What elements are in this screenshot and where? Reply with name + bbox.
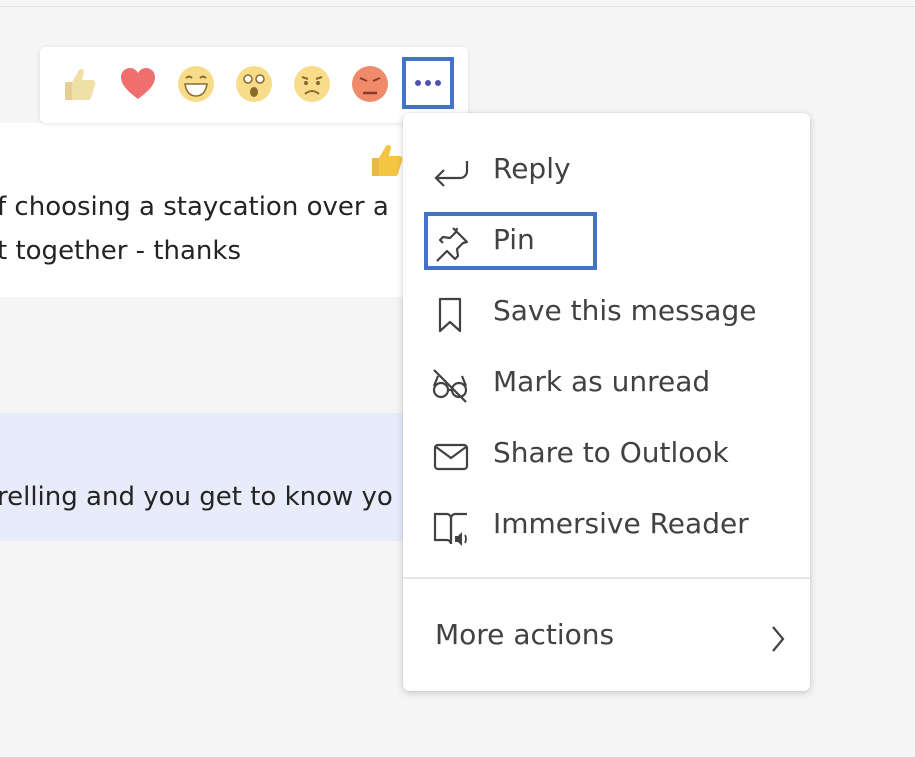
menu-item-label: Mark as unread [493, 365, 711, 398]
menu-item-label: More actions [435, 618, 615, 651]
menu-item-save[interactable]: Save this message [403, 281, 810, 341]
menu-item-label: Share to Outlook [493, 436, 729, 469]
immersive-reader-icon [433, 512, 467, 546]
pin-highlight-box [424, 212, 597, 270]
message-text-line: relling and you get to know yo [0, 482, 393, 512]
surprised-reaction-icon[interactable] [234, 64, 274, 104]
menu-item-label: Reply [493, 152, 571, 185]
thumbs-up-reaction-icon[interactable] [366, 140, 406, 180]
ellipsis-icon [415, 80, 441, 86]
message-card-highlighted[interactable] [0, 413, 420, 541]
menu-item-share-outlook[interactable]: Share to Outlook [403, 423, 810, 483]
angry-reaction-icon[interactable] [350, 64, 390, 104]
laugh-reaction-icon[interactable] [176, 64, 216, 104]
menu-divider [403, 577, 810, 579]
chevron-right-icon [772, 626, 785, 652]
like-reaction-icon[interactable] [60, 64, 100, 104]
sad-reaction-icon[interactable] [292, 64, 332, 104]
menu-item-reply[interactable]: Reply [403, 139, 810, 199]
menu-item-more-actions[interactable]: More actions [403, 605, 810, 665]
menu-item-immersive-reader[interactable]: Immersive Reader [403, 494, 810, 554]
header-divider [0, 6, 915, 7]
menu-item-label: Immersive Reader [493, 507, 749, 540]
menu-item-label: Save this message [493, 294, 757, 327]
message-text-line: f choosing a staycation over a [0, 192, 389, 222]
heart-reaction-icon[interactable] [118, 64, 158, 104]
unread-glasses-icon [432, 369, 468, 403]
message-text-line: t together - thanks [0, 236, 242, 266]
reply-icon [434, 161, 469, 187]
message-context-menu: Reply Pin Save this message Mark as unre… [403, 113, 810, 691]
bookmark-icon [438, 297, 462, 333]
mail-icon [433, 443, 469, 471]
more-options-button[interactable] [402, 57, 454, 109]
menu-item-mark-unread[interactable]: Mark as unread [403, 352, 810, 412]
